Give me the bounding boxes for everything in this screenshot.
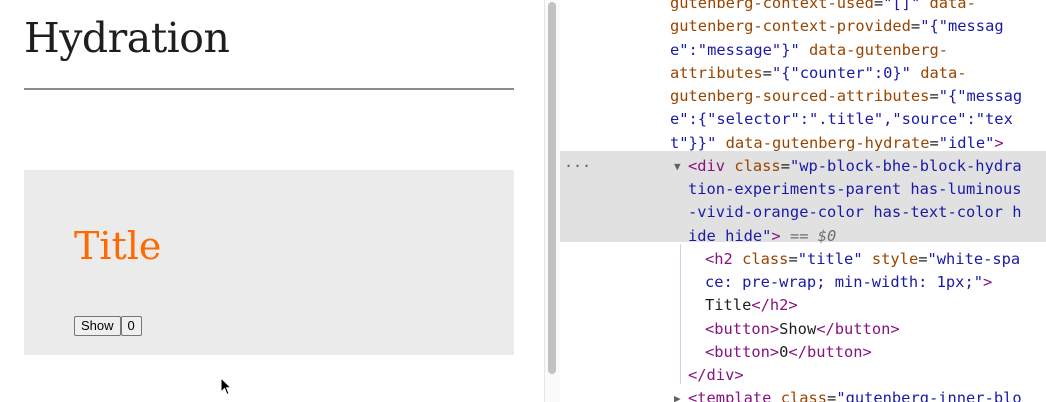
dom-node-h2-style-cont[interactable]: ce: pre-wrap; min-width: 1px;"> [705,271,992,294]
dom-node-button-counter[interactable]: <button>0</button> [705,341,872,364]
token: "{"counter":0}" [771,63,911,82]
token: gutenberg-context-provided [670,17,911,36]
token: data- [920,63,967,82]
dom-line-context-provided[interactable]: gutenberg-context-provided="{"messag [670,15,1004,38]
page-title: Hydration [24,14,230,62]
token: <button> [705,319,780,338]
token: <h2 [705,249,733,268]
token: </button> [788,342,872,361]
tree-indent-guide [680,244,681,384]
token: data-gutenberg- [809,40,949,59]
hydration-block: Title Show 0 [24,170,514,355]
dom-node-div-class-cont-1[interactable]: tion-experiments-parent has-luminous [688,178,1022,201]
token: > [994,133,1004,152]
token: data-gutenberg-hydrate [725,133,930,152]
dom-line-attributes[interactable]: attributes="{"counter":0}" data- [670,62,967,85]
token: -vivid-orange-color has-text-color h [688,203,1022,222]
page-preview: Hydration Title Show 0 [0,0,544,402]
token: </button> [816,319,900,338]
dom-node-h2-text[interactable]: Title</h2> [705,294,798,317]
token: class [780,389,828,402]
collapse-div-triangle-icon[interactable]: ▼ [674,155,681,178]
token: > [771,226,781,245]
dom-node-div-class-end[interactable]: ide hide"> == $0 [688,225,836,248]
token: <button> [705,342,780,361]
expand-template-triangle-icon[interactable]: ▶ [674,387,681,402]
token: e":"message"}" [670,40,800,59]
token: "{"messag [920,17,1004,36]
token: = [910,17,921,36]
title-divider [24,88,514,90]
token: "[]" [883,0,921,12]
token: </h2> [751,296,798,315]
token: = [929,133,939,152]
dom-node-button-show[interactable]: <button>Show</button> [705,318,900,341]
dom-node-template[interactable]: <template class="gutenberg-inner-blo [688,387,1022,402]
token: </div> [688,366,744,384]
dom-node-h2[interactable]: <h2 class="title" style="white-spa [705,248,1020,271]
dom-line-context-provided-cont[interactable]: e":"message"}" data-gutenberg- [670,39,948,62]
more-options-icon[interactable]: ... [564,151,591,174]
token: t"}}" [670,133,717,152]
token: "idle" [938,133,995,152]
block-title: Title [74,224,162,268]
token: attributes [670,63,763,82]
page-scrollbar[interactable] [544,0,560,402]
token: "white-spa [927,249,1021,268]
token: <template [688,389,772,402]
token: e":{"selector":".title","source":"tex [670,110,1013,129]
token: Title [705,296,752,315]
dom-line-hydrate[interactable]: t"}}" data-gutenberg-hydrate="idle"> [670,132,1004,155]
token: = [827,389,837,402]
token: <div [688,156,726,175]
token: == $0 [789,226,837,245]
token: class [742,249,789,268]
token: class [734,156,781,175]
mouse-cursor-icon [220,377,232,396]
token: = [762,63,772,82]
counter-button[interactable]: 0 [120,316,142,336]
token: = [788,249,798,268]
token: gutenberg-context-used [670,0,874,12]
token: = [780,156,790,175]
page-scrollbar-thumb[interactable] [548,2,556,374]
dom-line-sourced-attributes[interactable]: gutenberg-sourced-attributes="{"messag [670,85,1022,108]
token: "title" [797,249,863,268]
token: = [873,0,884,12]
token: = [918,249,928,268]
dom-line-context-used[interactable]: gutenberg-context-used="[]" data- [670,0,976,15]
token: Show [779,319,817,338]
token: data- [929,0,976,12]
token: style [871,249,919,268]
dom-node-div[interactable]: <div class="wp-block-bhe-block-hydra [688,155,1022,178]
token: = [929,87,939,105]
dom-node-div-close[interactable]: </div> [688,364,744,387]
token: ce: pre-wrap; min-width: 1px;" [705,273,983,291]
token: "gutenberg-inner-blo [836,389,1022,402]
token: ide hide" [688,226,772,245]
token: "wp-block-bhe-block-hydra [789,156,1022,175]
token: gutenberg-sourced-attributes [670,87,930,105]
token: tion-experiments-parent has-luminous [688,180,1022,198]
dom-line-sourced-attributes-cont[interactable]: e":{"selector":".title","source":"tex [670,108,1013,131]
dom-node-div-class-cont-2[interactable]: -vivid-orange-color has-text-color h [688,201,1022,224]
devtools-elements-panel: ... gutenberg-context-used="[]" data-gut… [560,0,1046,402]
block-button-group: Show 0 [74,316,142,336]
token: > [982,273,993,291]
show-button[interactable]: Show [74,316,121,336]
token: "{"messag [938,87,1023,105]
